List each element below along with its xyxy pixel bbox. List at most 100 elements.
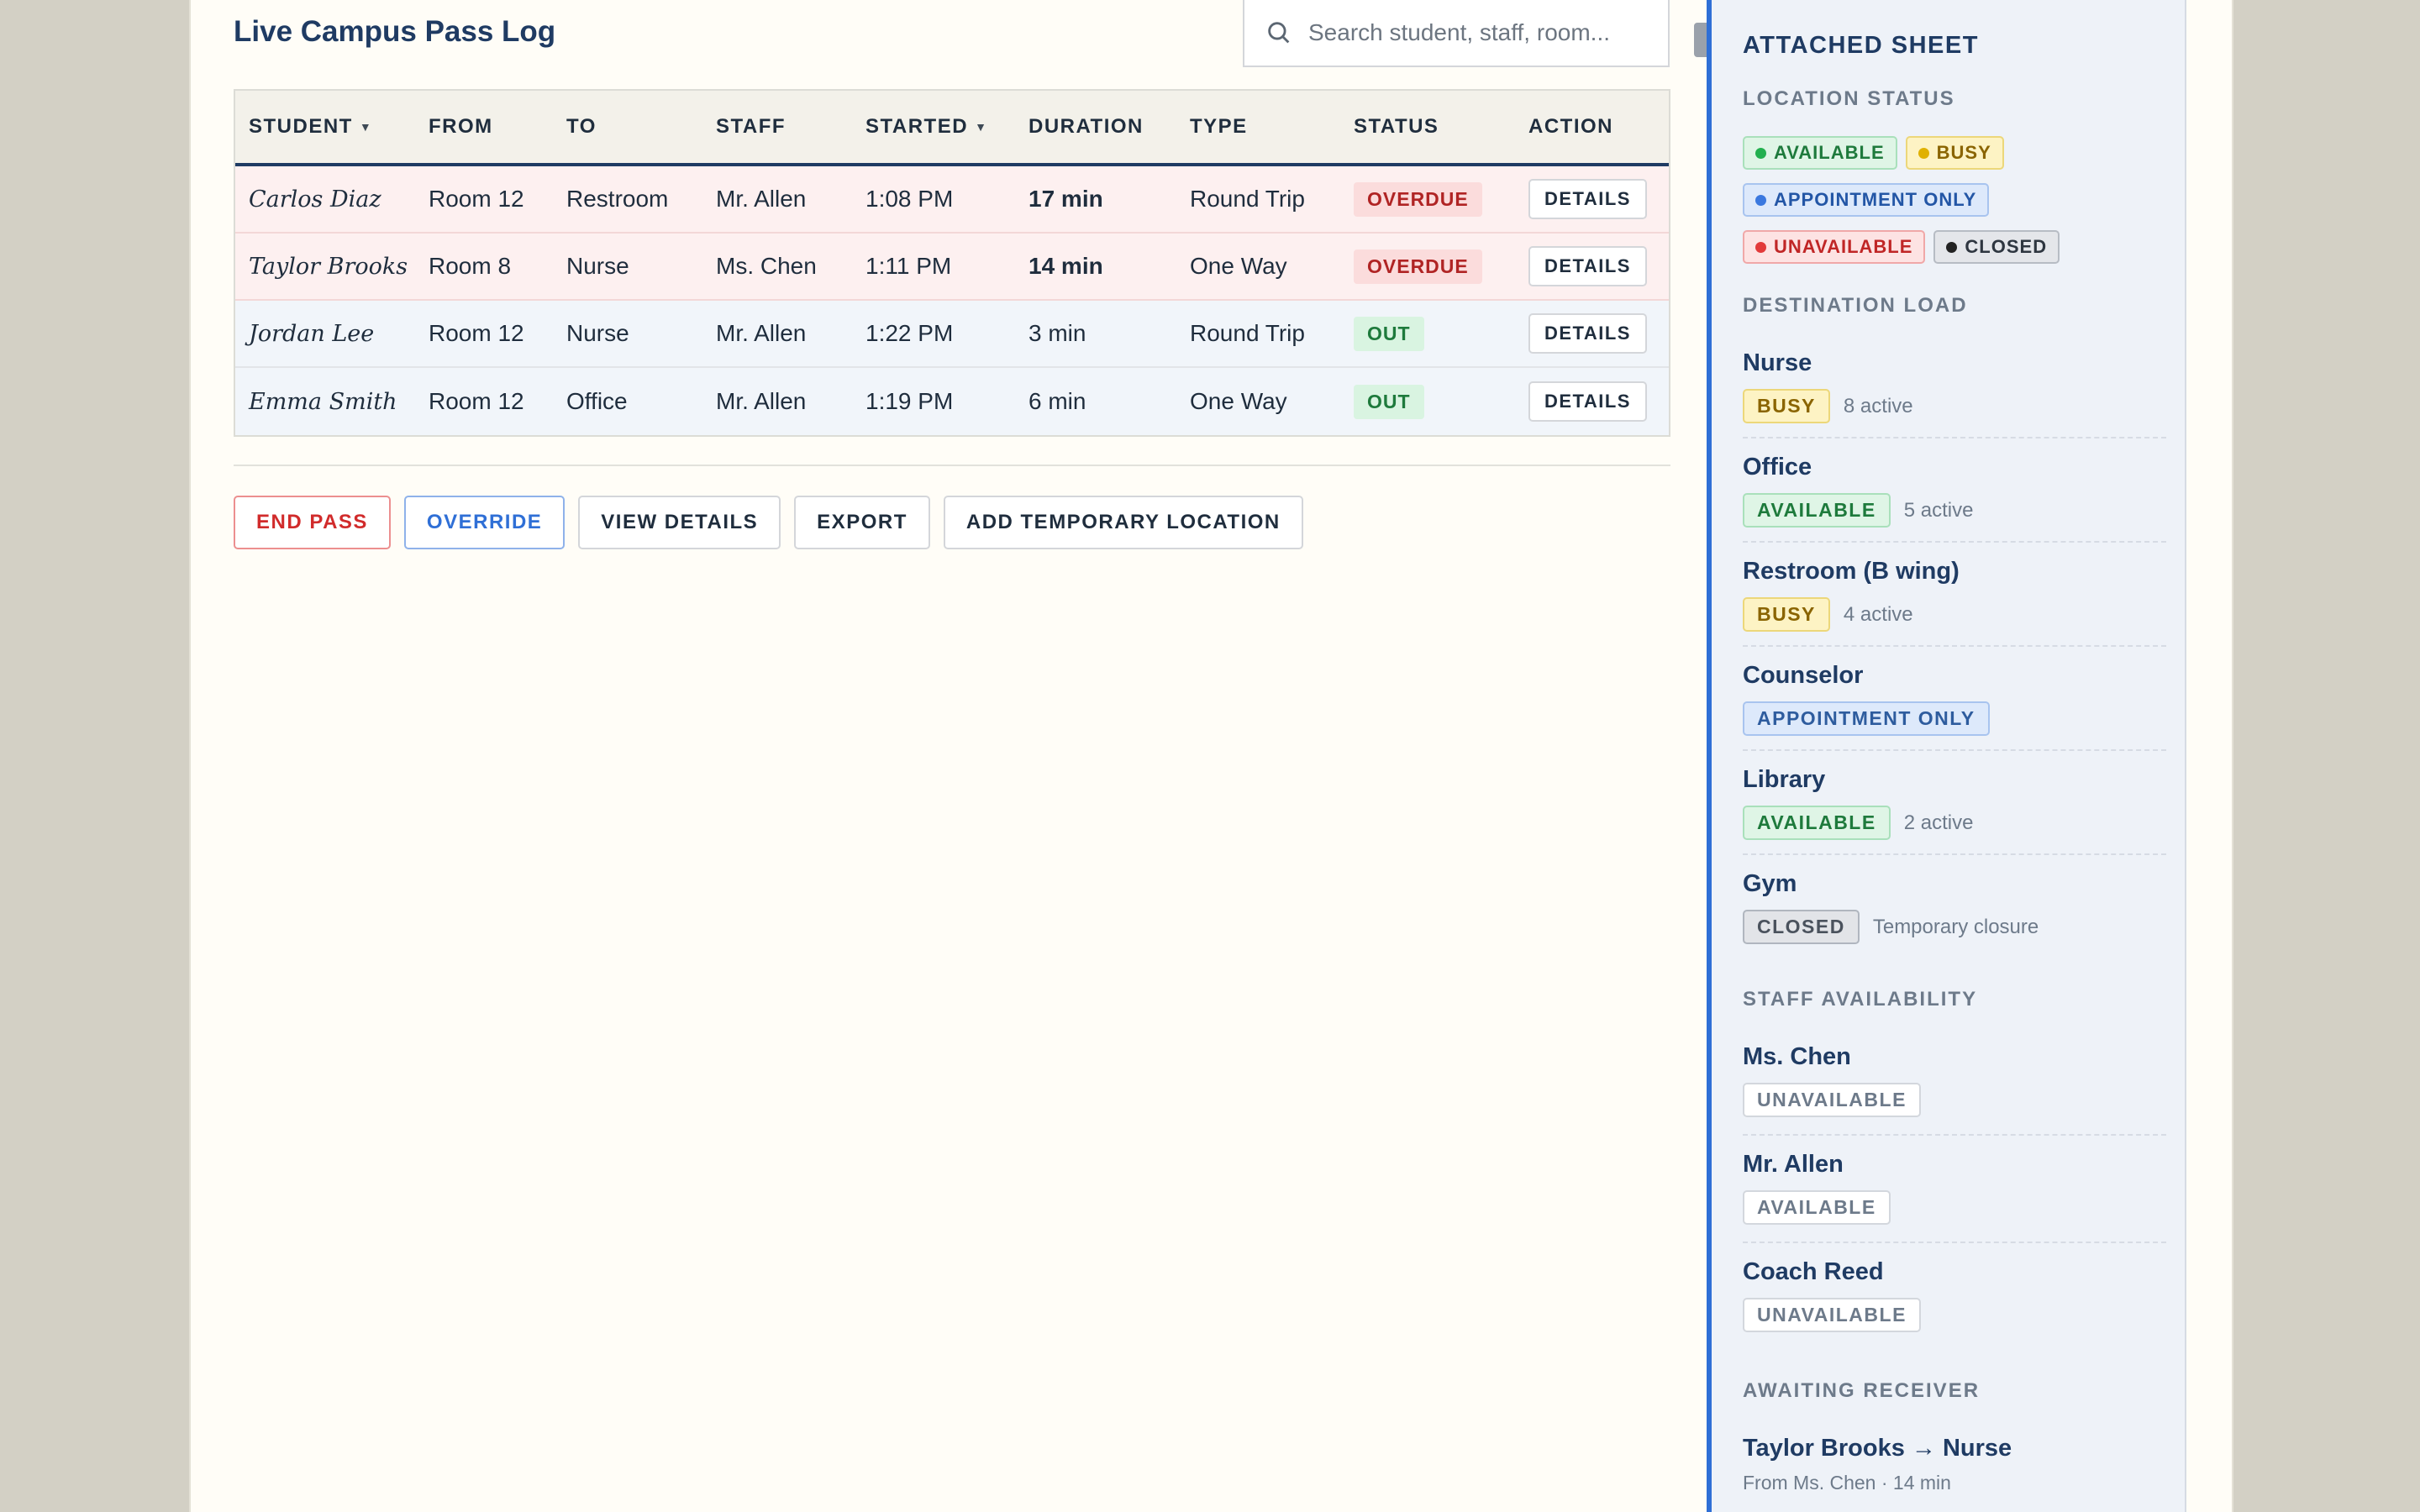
add-temporary-location-button[interactable]: ADD TEMPORARY LOCATION — [943, 496, 1303, 549]
search-box[interactable] — [1243, 0, 1670, 67]
status-badge: AVAILABLE — [1743, 1190, 1891, 1225]
col-duration: DURATION — [1028, 115, 1144, 138]
table-row[interactable]: Carlos Diaz Room 12 Restroom Mr. Allen 1… — [235, 166, 1669, 234]
active-count: 4 active — [1843, 602, 1913, 626]
details-button[interactable]: DETAILS — [1528, 246, 1647, 286]
status-badge: OVERDUE — [1354, 181, 1482, 217]
details-button[interactable]: DETAILS — [1528, 381, 1647, 422]
student-name: Emma Smith — [249, 388, 397, 415]
table-header: STUDENT ▼ FROM TO STAFF STARTED ▼ DURATION… — [235, 91, 1669, 166]
col-student[interactable]: STUDENT ▼ — [249, 115, 372, 139]
legend-unavailable: UNAVAILABLE — [1743, 230, 1926, 264]
type-cell: Round Trip — [1190, 186, 1305, 212]
active-count: 2 active — [1903, 811, 1974, 834]
col-from: FROM — [429, 115, 493, 138]
table-row[interactable]: Taylor Brooks Room 8 Nurse Ms. Chen 1:11… — [235, 234, 1669, 301]
destination-item[interactable]: Nurse BUSY 8 active — [1743, 349, 2166, 438]
pass-log-table: STUDENT ▼ FROM TO STAFF STARTED ▼ DURATION… — [234, 89, 1670, 437]
duration-cell: 14 min — [1028, 253, 1103, 279]
started-cell: 1:22 PM — [865, 320, 954, 346]
action-bar: END PASS OVERRIDE VIEW DETAILS EXPORT AD… — [234, 496, 1303, 549]
red-dot-icon — [1755, 241, 1766, 253]
destination-item[interactable]: Gym CLOSED Temporary closure — [1743, 870, 2166, 958]
active-count: 8 active — [1843, 394, 1913, 417]
destination-item[interactable]: Restroom (B wing) BUSY 4 active — [1743, 558, 2166, 647]
staff-cell: Mr. Allen — [716, 388, 807, 414]
yellow-dot-icon — [1918, 147, 1929, 159]
status-badge: BUSY — [1743, 389, 1830, 423]
destination-item[interactable]: Office AVAILABLE 5 active — [1743, 454, 2166, 543]
to-cell: Nurse — [566, 320, 629, 346]
col-to: TO — [566, 115, 597, 138]
blue-dot-icon — [1755, 194, 1766, 206]
status-badge: OVERDUE — [1354, 249, 1482, 284]
legend-closed: CLOSED — [1933, 230, 2060, 264]
override-button[interactable]: OVERRIDE — [403, 496, 566, 549]
student-name: Taylor Brooks — [249, 253, 408, 280]
staff-cell: Mr. Allen — [716, 320, 807, 346]
student-name: Jordan Lee — [249, 320, 375, 347]
status-badge: AVAILABLE — [1743, 806, 1891, 840]
to-cell: Nurse — [566, 253, 629, 279]
legend-busy: BUSY — [1905, 136, 2004, 170]
legend-available: AVAILABLE — [1743, 136, 1897, 170]
col-staff: STAFF — [716, 115, 786, 138]
export-button[interactable]: EXPORT — [794, 496, 930, 549]
status-badge: UNAVAILABLE — [1743, 1298, 1921, 1332]
type-cell: One Way — [1190, 253, 1287, 279]
details-button[interactable]: DETAILS — [1528, 179, 1647, 219]
search-input[interactable] — [1308, 19, 1644, 46]
status-badge: APPOINTMENT ONLY — [1743, 701, 1990, 736]
from-cell: Room 12 — [429, 388, 524, 414]
staff-cell: Mr. Allen — [716, 186, 807, 212]
to-cell: Restroom — [566, 186, 669, 212]
staff-item[interactable]: Mr. Allen AVAILABLE — [1743, 1151, 2166, 1243]
col-started[interactable]: STARTED ▼ — [865, 115, 987, 139]
status-badge: OUT — [1354, 316, 1424, 351]
type-cell: One Way — [1190, 388, 1287, 414]
col-action: ACTION — [1528, 115, 1613, 138]
search-icon — [1268, 22, 1290, 44]
col-status: STATUS — [1354, 115, 1439, 138]
duration-cell: 3 min — [1028, 320, 1086, 346]
staff-item[interactable]: Coach Reed UNAVAILABLE — [1743, 1258, 2166, 1349]
type-cell: Round Trip — [1190, 320, 1305, 346]
destination-load-heading: DESTINATION LOAD — [1743, 294, 1968, 317]
sort-caret-icon: ▼ — [359, 120, 373, 134]
page-title: Live Campus Pass Log — [234, 15, 556, 48]
destination-item[interactable]: Counselor APPOINTMENT ONLY — [1743, 662, 2166, 751]
page: Live Campus Pass Log STUDENT▼ FROM TO ST… — [189, 0, 2233, 1512]
awaiting-item-detail: From Ms. Chen · 14 min — [1743, 1472, 1951, 1494]
to-cell: Office — [566, 388, 628, 414]
status-badge: AVAILABLE — [1743, 493, 1891, 528]
attached-sheet-panel: ATTACHED SHEET LOCATION STATUS AVAILABLE… — [1707, 0, 2186, 1512]
staff-cell: Ms. Chen — [716, 253, 817, 279]
table-row[interactable]: Emma Smith Room 12 Office Mr. Allen 1:19… — [235, 368, 1669, 435]
duration-cell: 6 min — [1028, 388, 1086, 414]
details-button[interactable]: DETAILS — [1528, 313, 1647, 354]
duration-cell: 17 min — [1028, 186, 1103, 212]
panel-title: ATTACHED SHEET — [1743, 32, 1979, 59]
started-cell: 1:19 PM — [865, 388, 954, 414]
legend-appointment-only: APPOINTMENT ONLY — [1743, 183, 1990, 217]
end-pass-button[interactable]: END PASS — [234, 496, 391, 549]
sort-caret-icon: ▼ — [975, 120, 988, 134]
green-dot-icon — [1755, 147, 1766, 159]
view-details-button[interactable]: VIEW DETAILS — [578, 496, 781, 549]
table-row[interactable]: Jordan Lee Room 12 Nurse Mr. Allen 1:22 … — [235, 301, 1669, 368]
active-count: 5 active — [1903, 498, 1974, 522]
status-badge: UNAVAILABLE — [1743, 1083, 1921, 1117]
staff-availability-heading: STAFF AVAILABILITY — [1743, 988, 1978, 1011]
status-badge: OUT — [1354, 384, 1424, 419]
from-cell: Room 12 — [429, 320, 524, 346]
awaiting-item-title[interactable]: Taylor Brooks → Nurse — [1743, 1435, 2012, 1462]
staff-item[interactable]: Ms. Chen UNAVAILABLE — [1743, 1043, 2166, 1136]
black-dot-icon — [1946, 241, 1958, 253]
started-cell: 1:08 PM — [865, 186, 954, 212]
started-cell: 1:11 PM — [865, 253, 952, 279]
from-cell: Room 8 — [429, 253, 512, 279]
destination-item[interactable]: Library AVAILABLE 2 active — [1743, 766, 2166, 855]
location-status-heading: LOCATION STATUS — [1743, 87, 1955, 110]
closure-note: Temporary closure — [1872, 915, 2039, 938]
col-type: TYPE — [1190, 115, 1248, 138]
